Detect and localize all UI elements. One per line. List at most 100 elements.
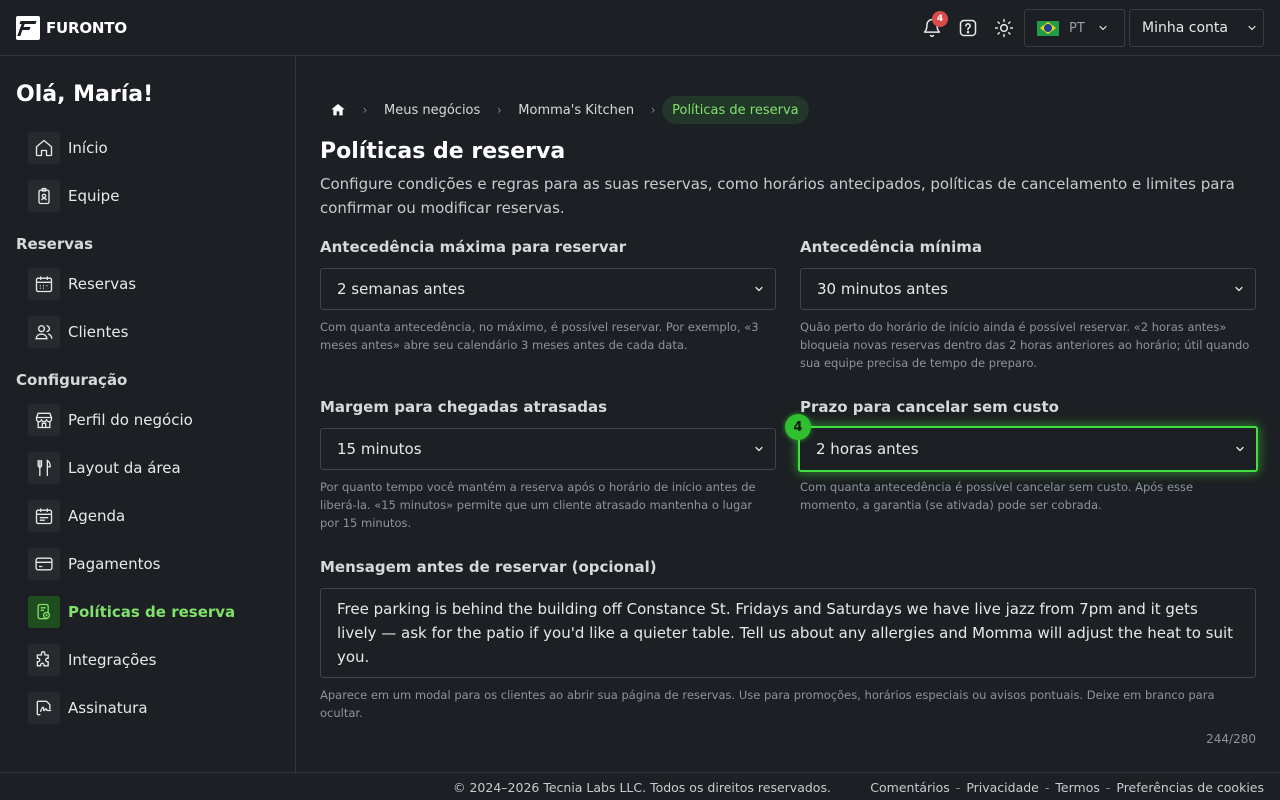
top-bar: FURONTO 4 PT Minha conta	[0, 0, 1280, 56]
greeting: Olá, María!	[16, 82, 154, 107]
team-badge-icon	[38, 187, 50, 205]
max-advance-select[interactable]: 2 semanas antes	[320, 268, 776, 310]
logo[interactable]: FURONTO	[16, 16, 127, 40]
help-icon	[959, 19, 977, 37]
min-advance-help: Quão perto do horário de início ainda é …	[800, 320, 1250, 370]
cutlery-icon	[37, 459, 51, 477]
notification-count-badge: 4	[932, 11, 948, 27]
sidebar-item-label: Reservas	[68, 275, 137, 293]
message-textarea[interactable]: Free parking is behind the building off …	[320, 588, 1256, 678]
page-description: Configure condições e regras para as sua…	[320, 175, 1235, 217]
sidebar-item-label: Pagamentos	[68, 555, 161, 573]
sidebar-item-layout[interactable]: Layout da área	[28, 452, 288, 484]
max-advance-help: Com quanta antecedência, no máximo, é po…	[320, 320, 759, 352]
late-margin-select[interactable]: 15 minutos	[320, 428, 776, 470]
sidebar-item-label: Layout da área	[68, 459, 181, 477]
copyright-text: © 2024–2026 Tecnia Labs LLC. Todos os di…	[453, 780, 831, 795]
section-reservas: Reservas	[16, 235, 94, 253]
breadcrumb-business[interactable]: Momma's Kitchen	[508, 96, 644, 124]
credit-card-icon	[35, 557, 53, 571]
free-cancel-help: Com quanta antecedência é possível cance…	[800, 480, 1194, 512]
section-configuracao: Configuração	[16, 371, 128, 389]
language-label: PT	[1069, 20, 1085, 36]
puzzle-icon	[36, 651, 49, 667]
footer-link-termos[interactable]: Termos	[1055, 780, 1099, 795]
breadcrumb: › Meus negócios › Momma's Kitchen › Polí…	[320, 96, 809, 124]
step-number-badge: 4	[785, 414, 811, 440]
footer-separator: -	[955, 780, 961, 795]
character-counter: 244/280	[1206, 732, 1256, 746]
sidebar: Olá, María! Início Equipe Reservas Reser…	[0, 56, 296, 772]
language-selector[interactable]: PT	[1024, 9, 1125, 47]
logo-text: FURONTO	[46, 19, 127, 37]
footer-separator: -	[1105, 780, 1111, 795]
free-cancel-value: 2 horas antes	[816, 440, 919, 458]
breadcrumb-separator-icon: ›	[362, 103, 368, 117]
message-help: Aparece em um modal para os clientes ao …	[320, 688, 1215, 720]
sidebar-item-integracoes[interactable]: Integrações	[28, 644, 288, 676]
sidebar-item-label: Agenda	[68, 507, 126, 525]
home-icon	[331, 104, 345, 116]
min-advance-label: Antecedência mínima	[800, 238, 983, 256]
chevron-down-icon	[1235, 286, 1243, 292]
sun-icon	[994, 18, 1014, 38]
sidebar-item-assinatura[interactable]: Assinatura	[28, 692, 288, 724]
footer-links: Comentários - Privacidade - Termos - Pre…	[870, 780, 1264, 795]
home-icon	[35, 139, 53, 157]
footer-link-privacidade[interactable]: Privacidade	[966, 780, 1039, 795]
sidebar-item-pagamentos[interactable]: Pagamentos	[28, 548, 288, 580]
footer-link-cookies[interactable]: Preferências de cookies	[1116, 780, 1264, 795]
chevron-down-icon	[1236, 446, 1244, 452]
sidebar-item-label: Perfil do negócio	[68, 411, 193, 429]
max-advance-label: Antecedência máxima para reservar	[320, 238, 627, 256]
breadcrumb-meus-negocios[interactable]: Meus negócios	[374, 96, 490, 124]
sidebar-item-inicio[interactable]: Início	[28, 132, 288, 164]
users-icon	[35, 325, 53, 340]
footer-separator: -	[1044, 780, 1050, 795]
schedule-icon	[35, 508, 53, 525]
sidebar-item-label: Clientes	[68, 323, 129, 341]
account-menu-button[interactable]: Minha conta	[1129, 9, 1264, 47]
main-content: › Meus negócios › Momma's Kitchen › Polí…	[296, 56, 1280, 772]
page-title: Políticas de reserva	[320, 139, 566, 164]
theme-toggle-button[interactable]	[992, 16, 1016, 40]
late-margin-help: Por quanto tempo você mantém a reserva a…	[320, 480, 756, 530]
chevron-down-icon	[1099, 25, 1107, 31]
account-label: Minha conta	[1142, 20, 1228, 36]
brazil-flag-icon	[1037, 20, 1059, 36]
late-margin-value: 15 minutos	[337, 440, 422, 458]
sidebar-item-politicas[interactable]: Políticas de reserva	[28, 596, 288, 628]
sidebar-item-label: Assinatura	[68, 699, 148, 717]
sidebar-item-agenda[interactable]: Agenda	[28, 500, 288, 532]
sidebar-item-equipe[interactable]: Equipe	[28, 180, 288, 212]
chevron-down-icon	[1248, 25, 1256, 31]
late-margin-label: Margem para chegadas atrasadas	[320, 398, 608, 416]
help-button[interactable]	[956, 16, 980, 40]
chevron-down-icon	[755, 446, 763, 452]
free-cancel-select[interactable]: 2 horas antes	[798, 426, 1258, 472]
sidebar-item-perfil[interactable]: Perfil do negócio	[28, 404, 288, 436]
chevron-down-icon	[755, 286, 763, 292]
signature-icon	[36, 700, 52, 716]
max-advance-value: 2 semanas antes	[337, 280, 466, 298]
footer-link-comentarios[interactable]: Comentários	[870, 780, 950, 795]
min-advance-value: 30 minutos antes	[817, 280, 948, 298]
message-label: Mensagem antes de reservar (opcional)	[320, 558, 657, 576]
sidebar-item-label: Equipe	[68, 187, 120, 205]
breadcrumb-separator-icon: ›	[650, 103, 656, 117]
sidebar-item-label: Políticas de reserva	[68, 603, 236, 621]
logo-mark-icon	[16, 16, 40, 40]
breadcrumb-home[interactable]	[320, 96, 356, 124]
policy-icon	[37, 603, 51, 620]
breadcrumb-current: Políticas de reserva	[662, 96, 809, 124]
sidebar-item-label: Integrações	[68, 651, 157, 669]
min-advance-select[interactable]: 30 minutos antes	[800, 268, 1256, 310]
storefront-icon	[35, 412, 53, 429]
sidebar-item-clientes[interactable]: Clientes	[28, 316, 288, 348]
sidebar-item-reservas[interactable]: Reservas	[28, 268, 288, 300]
calendar-icon	[35, 276, 53, 293]
breadcrumb-separator-icon: ›	[496, 103, 502, 117]
sidebar-item-label: Início	[68, 139, 108, 157]
free-cancel-label: Prazo para cancelar sem custo	[800, 398, 1059, 416]
footer: © 2024–2026 Tecnia Labs LLC. Todos os di…	[0, 772, 1280, 800]
